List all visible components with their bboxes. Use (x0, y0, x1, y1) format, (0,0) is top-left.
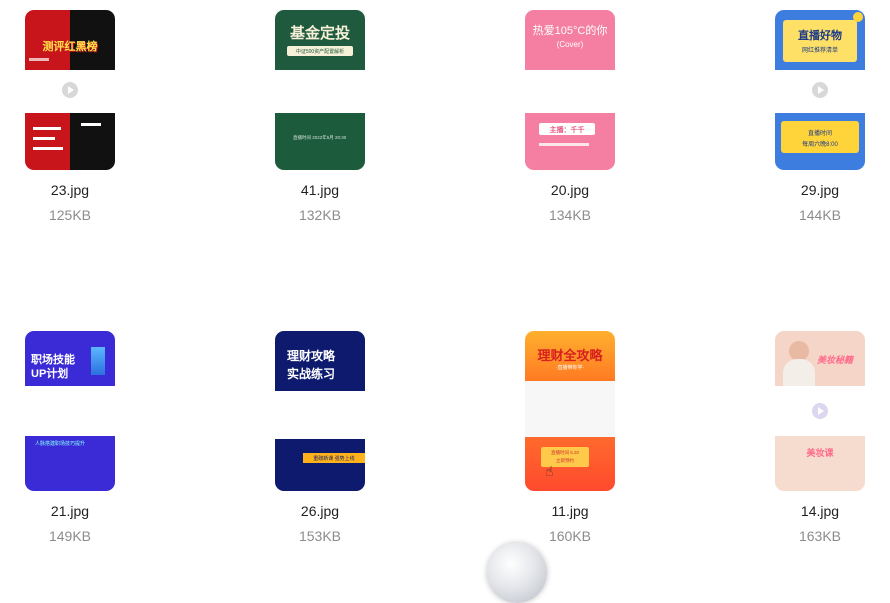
play-icon[interactable] (812, 403, 828, 419)
thumbnail-cover: 直播好物 网红推荐清单 (775, 10, 865, 70)
thumbnail-subtitle: 网红推荐清单 (801, 48, 838, 54)
play-icon[interactable] (812, 82, 828, 98)
file-tile[interactable]: 理财攻略 实战练习 重磅新课 强势上线 26.jpg 153KB (275, 331, 365, 544)
file-name: 14.jpg (800, 503, 840, 519)
host-badge: 主播：千千 (539, 123, 595, 135)
file-size: 144KB (798, 207, 842, 223)
file-tile[interactable]: 直播好物 网红推荐清单 直播时间 每周六晚8:00 29.jpg 144KB (775, 10, 865, 223)
thumbnail-title-line2: 实战练习 (287, 367, 336, 381)
file-size: 125KB (48, 207, 92, 223)
file-name: 11.jpg (551, 503, 589, 519)
thumbnail-cover: 测评红黑榜 (25, 10, 115, 70)
thumbnail-end-card: 人脉搭建职场技巧提升 (25, 436, 115, 491)
play-icon[interactable] (62, 82, 78, 98)
thumbnail-blank (25, 386, 115, 434)
decor-line (33, 137, 55, 140)
thumbnail-title: 测评红黑榜 (42, 41, 98, 53)
thumbnail-title-line1: 理财攻略 (287, 349, 336, 363)
thumbnail-cover: 理财攻略 实战练习 (275, 331, 365, 391)
thumbnail-blank (275, 391, 365, 434)
file-size: 134KB (548, 207, 592, 223)
thumbnail-end-card: 主播：千千 (525, 113, 615, 170)
thumbnail-blank (275, 70, 365, 113)
thumbnail-title: 美妆秘籍 (817, 355, 854, 365)
thumbnail-end-card: 直播时间 2022年5月 20:30 (275, 113, 365, 170)
file-name: 26.jpg (300, 503, 340, 519)
thumbnail-cover: 理财全攻略 ·直播带你学· (525, 331, 615, 381)
file-name: 41.jpg (300, 182, 340, 198)
info-line1: 直播时间 5.20 (550, 450, 579, 455)
thumbnail-subtitle: ·直播带你学· (555, 365, 585, 371)
file-tile[interactable]: 职场技能 UP计划 人脉搭建职场技巧提升 21.jpg 149KB (25, 331, 115, 544)
file-size: 153KB (298, 528, 342, 544)
thumbnail-end-card: 直播时间 每周六晚8:00 (775, 113, 865, 170)
time-card: 直播时间 每周六晚8:00 (781, 121, 859, 153)
thumbnail-cover: 热爱105°C的你 (Cover) (525, 10, 615, 70)
thumbnail-title: 基金定投 (289, 25, 350, 42)
file-tile[interactable]: 美妆秘籍 美妆课 14.jpg 163KB (775, 331, 865, 544)
thumbnail-cover: 美妆秘籍 (775, 331, 865, 386)
thumbnail-end-card (25, 113, 115, 170)
thumbnail-blank (525, 381, 615, 437)
time-value: 每周六晚8:00 (802, 142, 838, 148)
title-card: 直播好物 网红推荐清单 (783, 20, 857, 62)
file-name: 21.jpg (50, 503, 90, 519)
floating-assistant-icon[interactable] (487, 543, 547, 603)
video-thumbnail[interactable]: 直播好物 网红推荐清单 直播时间 每周六晚8:00 (775, 10, 865, 170)
video-thumbnail[interactable]: 职场技能 UP计划 人脉搭建职场技巧提升 (25, 331, 115, 491)
decor-line (81, 123, 101, 126)
thumbnail-footer: 重磅新课 强势上线 (313, 456, 355, 462)
thumbnail-title: 热爱105°C的你 (532, 25, 608, 37)
thumbnail-title-line2: UP计划 (31, 368, 69, 380)
video-thumbnail[interactable]: 基金定投 中证500资产配置解析 直播时间 2022年5月 20:30 (275, 10, 365, 170)
decor-line (29, 58, 49, 61)
video-thumbnail[interactable]: 测评红黑榜 (25, 10, 115, 170)
decor-dot (853, 12, 863, 22)
subtitle-bar: 中证500资产配置解析 (287, 46, 353, 56)
hand-pointer-icon: ☝ (545, 463, 554, 479)
decor-line (33, 127, 61, 130)
file-tile[interactable]: 理财全攻略 ·直播带你学· 直播时间 5.20 立即预约 ☝ 11.jpg 16… (525, 331, 615, 544)
video-thumbnail[interactable]: 理财全攻略 ·直播带你学· 直播时间 5.20 立即预约 ☝ (525, 331, 615, 491)
thumbnail-end-card: 美妆课 (775, 436, 865, 491)
time-label: 直播时间 (807, 131, 832, 137)
file-name: 29.jpg (800, 182, 840, 198)
video-thumbnail[interactable]: 理财攻略 实战练习 重磅新课 强势上线 (275, 331, 365, 491)
video-thumbnail[interactable]: 美妆秘籍 美妆课 (775, 331, 865, 491)
decor-bar (91, 347, 105, 375)
thumbnail-blank (525, 70, 615, 113)
file-name: 20.jpg (550, 182, 590, 198)
model-head (789, 341, 809, 361)
file-tile[interactable]: 基金定投 中证500资产配置解析 直播时间 2022年5月 20:30 41.j… (275, 10, 365, 223)
thumbnail-footer: 人脉搭建职场技巧提升 (35, 441, 86, 447)
thumbnail-footer: 直播时间 2022年5月 20:30 (293, 135, 347, 140)
footer-banner: 重磅新课 强势上线 (303, 453, 365, 463)
file-size: 132KB (298, 207, 342, 223)
file-size: 160KB (548, 528, 592, 544)
thumbnail-title: 理财全攻略 (537, 348, 603, 363)
thumbnail-subtitle: (Cover) (556, 40, 584, 49)
thumbnail-end-card: 重磅新课 强势上线 (275, 439, 365, 491)
file-tile[interactable]: 测评红黑榜 23.jpg 125KB (25, 10, 115, 223)
file-tile[interactable]: 热爱105°C的你 (Cover) 主播：千千 20.jpg 134KB (525, 10, 615, 223)
thumbnail-end-card: 直播时间 5.20 立即预约 ☝ (525, 437, 615, 491)
decor-line (539, 143, 589, 146)
thumbnail-footer: 美妆课 (806, 448, 834, 458)
file-name: 23.jpg (50, 182, 90, 198)
thumbnail-cover: 基金定投 中证500资产配置解析 (275, 10, 365, 70)
host-label: 主播：千千 (549, 127, 585, 134)
video-thumbnail[interactable]: 热爱105°C的你 (Cover) 主播：千千 (525, 10, 615, 170)
thumbnail-cover: 职场技能 UP计划 (25, 331, 115, 386)
file-size: 163KB (798, 528, 842, 544)
thumbnail-title: 直播好物 (798, 30, 842, 42)
model-body (783, 359, 815, 386)
thumbnail-subtitle: 中证500资产配置解析 (295, 49, 345, 55)
file-size: 149KB (48, 528, 92, 544)
decor-line (33, 147, 63, 150)
